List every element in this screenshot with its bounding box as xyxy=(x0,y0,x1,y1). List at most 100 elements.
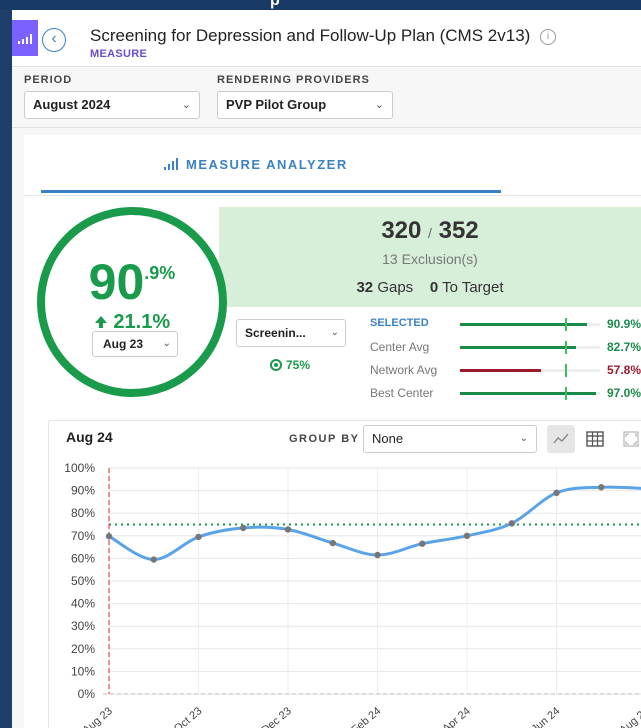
benchmark-row: Center Avg 82.7% xyxy=(370,336,641,359)
filter-bar: PERIOD August 2024 ⌄ RENDERING PROVIDERS… xyxy=(12,67,641,128)
gaps-label: Gaps xyxy=(377,279,414,296)
target-badge: 75% xyxy=(270,357,310,372)
y-tick-label: 10% xyxy=(71,664,95,678)
top-strip-text: p xyxy=(270,0,280,9)
compare-period-select[interactable]: Aug 23 ⌄ xyxy=(92,331,178,357)
app-window: ‹ Screening for Depression and Follow-Up… xyxy=(12,10,641,728)
back-button[interactable]: ‹ xyxy=(42,28,66,52)
benchmark-name: Network Avg xyxy=(370,363,438,377)
benchmark-target-marker xyxy=(565,318,567,331)
x-tick-label: Aug 23 xyxy=(80,705,114,728)
y-tick-label: 80% xyxy=(71,506,95,520)
x-tick-label: Aug 24 xyxy=(617,705,641,728)
benchmark-bar-track xyxy=(460,318,600,331)
y-tick-label: 70% xyxy=(71,529,95,543)
y-tick-label: 30% xyxy=(71,619,95,633)
benchmark-bar-fill xyxy=(460,369,541,372)
expand-button[interactable] xyxy=(618,425,641,453)
x-tick-label: Jun 24 xyxy=(529,705,562,728)
exclusions: 13 Exclusion(s) xyxy=(382,251,478,267)
tab-label: MEASURE ANALYZER xyxy=(186,157,348,172)
benchmark-name: SELECTED xyxy=(370,317,429,329)
benchmark-bar-track xyxy=(460,364,600,377)
benchmark-bar-fill xyxy=(460,346,576,349)
gaps-count: 32 xyxy=(356,279,374,296)
y-tick-label: 40% xyxy=(71,597,95,611)
data-point xyxy=(553,489,560,497)
data-point xyxy=(150,556,157,563)
trend-chart-panel: Aug 24 GROUP BY None ⌄ 0% 10% 20% 30% 40… xyxy=(48,420,641,728)
benchmark-bar-fill xyxy=(460,323,588,326)
screening-select-value: Screenin... xyxy=(245,326,306,340)
x-tick-label: Feb 24 xyxy=(349,705,383,728)
change-value: 21.1% xyxy=(113,311,171,333)
tab-active-indicator xyxy=(41,190,501,193)
benchmark-bar-track xyxy=(460,341,600,354)
benchmark-target-marker xyxy=(565,364,567,377)
x-tick-label: Apr 24 xyxy=(440,705,473,728)
compare-period-value: Aug 23 xyxy=(103,337,144,351)
y-tick-label: 50% xyxy=(71,574,95,588)
period-select[interactable]: August 2024 ⌄ xyxy=(24,91,200,119)
table-view-toggle[interactable] xyxy=(581,425,609,453)
trend-chart: 0% 10% 20% 30% 40% 50% 60% 70% 80% 90% 100% Aug 23 O… xyxy=(64,461,641,728)
benchmark-list: SELECTED 90.9% Center Avg 82.7% Network Avg 5… xyxy=(370,313,641,405)
benchmark-value: 90.9% xyxy=(606,317,641,331)
benchmark-target-marker xyxy=(565,387,567,400)
chevron-down-icon: ⌄ xyxy=(330,327,339,338)
page-title: Screening for Depression and Follow-Up P… xyxy=(90,26,531,45)
group-by-label: GROUP BY xyxy=(289,433,360,445)
summary-band: 320 / 352 13 Exclusion(s) 32 Gaps 0 To T… xyxy=(219,207,641,307)
screening-select[interactable]: Screenin... ⌄ xyxy=(236,319,346,347)
rate-circle: 90.9% 21.1% Aug 23 ⌄ xyxy=(37,207,227,397)
bar-chart-icon xyxy=(164,158,178,170)
chevron-down-icon: ⌄ xyxy=(374,99,384,111)
table-icon xyxy=(586,431,604,447)
group-by-value: None xyxy=(372,431,404,446)
providers-select[interactable]: PVP Pilot Group ⌄ xyxy=(217,91,393,119)
y-tick-label: 20% xyxy=(71,642,95,656)
providers-select-value: PVP Pilot Group xyxy=(226,97,327,112)
to-target-count: 0 xyxy=(429,279,439,296)
measure-card: MEASURE ANALYZER 320 / 352 13 Exclusion(… xyxy=(24,135,641,728)
tab-measure-analyzer[interactable]: MEASURE ANALYZER xyxy=(164,157,348,172)
info-icon[interactable]: i xyxy=(540,29,556,45)
benchmark-target-marker xyxy=(565,341,567,354)
data-point xyxy=(598,484,605,491)
arrow-up-icon xyxy=(94,316,107,328)
y-tick-label: 90% xyxy=(71,484,95,498)
data-point xyxy=(240,524,247,532)
chevron-down-icon: ⌄ xyxy=(519,433,528,444)
benchmark-row: Best Center 97.0% xyxy=(370,382,641,405)
period-select-value: August 2024 xyxy=(33,97,111,112)
rate-integer: 90 xyxy=(88,254,145,310)
line-chart-toggle[interactable] xyxy=(547,425,575,453)
x-tick-label: Dec 23 xyxy=(260,705,294,728)
rate-decimal: .9% xyxy=(144,263,176,283)
benchmark-row: SELECTED 90.9% xyxy=(370,313,641,336)
data-point xyxy=(329,539,336,547)
app-logo-icon[interactable] xyxy=(12,20,38,56)
data-point xyxy=(284,526,292,533)
y-tick-label: 100% xyxy=(64,461,95,475)
data-point xyxy=(105,533,113,540)
chart-title: Aug 24 xyxy=(66,429,113,445)
benchmark-value: 82.7% xyxy=(606,340,641,354)
data-point xyxy=(195,533,202,541)
period-label: PERIOD xyxy=(24,74,73,86)
target-value: 75% xyxy=(286,358,311,372)
tab-bar: MEASURE ANALYZER xyxy=(24,135,641,196)
benchmark-row: Network Avg 57.8% xyxy=(370,359,641,382)
to-target-label: To Target xyxy=(442,279,504,296)
y-tick-label: 60% xyxy=(71,551,95,565)
line-chart-icon xyxy=(553,433,569,444)
benchmark-value: 97.0% xyxy=(606,386,641,400)
group-by-select[interactable]: None ⌄ xyxy=(363,425,537,453)
data-point xyxy=(419,540,426,547)
data-point xyxy=(508,520,515,527)
y-tick-label: 0% xyxy=(78,687,96,701)
providers-label: RENDERING PROVIDERS xyxy=(217,74,370,86)
ratio: 320 / 352 xyxy=(219,217,641,245)
data-point xyxy=(463,532,471,539)
benchmark-bar-fill xyxy=(460,392,596,395)
